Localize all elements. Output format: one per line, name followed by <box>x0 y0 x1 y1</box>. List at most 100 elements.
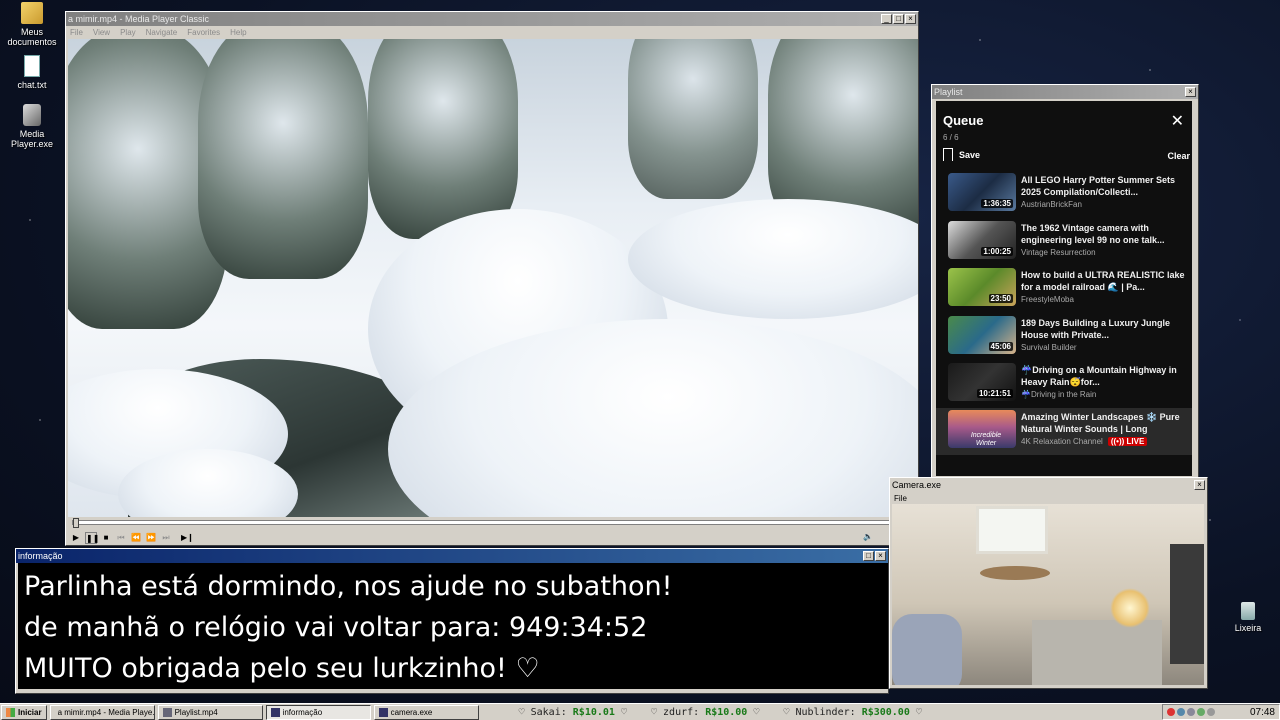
network-icon[interactable] <box>1177 708 1185 716</box>
playlist-titlebar[interactable]: Playlist × <box>932 85 1198 99</box>
channel-name: AustrianBrickFan <box>1021 200 1082 209</box>
minimize-button[interactable]: _ <box>881 14 892 24</box>
menu-file[interactable]: File <box>70 28 83 37</box>
desktop-icon-chat-txt[interactable]: chat.txt <box>0 55 64 90</box>
task-media-player[interactable]: a mimir.mp4 - Media Playe... <box>49 704 155 720</box>
recycle-bin-icon <box>1241 602 1255 620</box>
desktop-icon-recycle-bin[interactable]: Lixeira <box>1216 602 1280 633</box>
desktop-icon-media-player[interactable]: Media Player.exe <box>0 104 64 149</box>
queue-item-title: All LEGO Harry Potter Summer Sets 2025 C… <box>1021 175 1176 197</box>
camera-lamp <box>1110 588 1150 628</box>
queue-item[interactable]: 10:21:51 ☔Driving on a Mountain Highway … <box>936 361 1192 408</box>
camera-window-frame <box>976 506 1048 554</box>
update-icon[interactable] <box>1207 708 1215 716</box>
info-titlebar[interactable]: informação □ × <box>16 549 888 563</box>
task-camera[interactable]: camera.exe <box>373 704 479 720</box>
volume-tray-icon[interactable] <box>1187 708 1195 716</box>
queue-item[interactable]: 1:00:25 The 1962 Vintage camera with eng… <box>936 219 1192 266</box>
camera-titlebar[interactable]: Camera.exe × <box>890 478 1207 492</box>
security-icon[interactable] <box>1197 708 1205 716</box>
camera-window-title: Camera.exe <box>892 480 942 490</box>
playlist-window: Playlist × Queue 6 / 6 ✕ Save Clear 1:36… <box>931 84 1199 479</box>
task-playlist[interactable]: Playlist.mp4 <box>157 704 263 720</box>
desktop-icon-my-documents[interactable]: Meus documentos <box>0 2 64 47</box>
previous-icon[interactable]: ⏮ <box>115 532 127 544</box>
play-icon[interactable]: ▶ <box>70 532 82 544</box>
info-message: Parlinha está dormindo, nos ajude no sub… <box>18 563 888 689</box>
video-thumbnail: 45:06 <box>948 316 1016 354</box>
info-line: MUITO obrigada pelo seu lurkzinho! ♡ <box>24 653 540 684</box>
record-icon[interactable] <box>1167 708 1175 716</box>
queue-item[interactable]: 23:50 How to build a ULTRA REALISTIC lak… <box>936 266 1192 313</box>
start-label: Iniciar <box>18 707 42 717</box>
close-button[interactable]: × <box>905 14 916 24</box>
menu-favorites[interactable]: Favorites <box>187 28 220 37</box>
channel-name: FreestyleMoba <box>1021 295 1074 304</box>
donation-amount: R$10.00 <box>705 706 748 718</box>
queue-item-current[interactable]: Incredible Winter Amazing Winter Landsca… <box>936 408 1192 455</box>
playlist-window-title: Playlist <box>934 87 963 97</box>
maximize-button[interactable]: □ <box>893 14 904 24</box>
maximize-button[interactable]: □ <box>863 551 874 561</box>
donation-entry: ♡ zdurf: R$10.00 ♡ <box>650 706 760 718</box>
menu-file[interactable]: File <box>894 494 907 503</box>
seek-thumb[interactable] <box>73 518 79 528</box>
task-label: informação <box>282 707 323 717</box>
menu-navigate[interactable]: Navigate <box>146 28 178 37</box>
task-informacao[interactable]: informação <box>265 704 371 720</box>
frame-step-icon[interactable]: ▶❙ <box>181 532 194 544</box>
camera-feed <box>892 504 1204 685</box>
camera-desk <box>1032 620 1162 685</box>
info-window: informação □ × Parlinha está dormindo, n… <box>15 548 889 694</box>
video-display[interactable] <box>68 39 918 517</box>
media-player-window: a mimir.mp4 - Media Player Classic _ □ ×… <box>65 11 919 546</box>
pause-icon[interactable]: ❚❚ <box>85 532 99 544</box>
video-snowdrift <box>628 199 918 319</box>
clear-button[interactable]: Clear <box>1167 151 1190 161</box>
start-button[interactable]: Iniciar <box>1 704 47 720</box>
live-label: LIVE <box>1126 437 1145 446</box>
next-icon[interactable]: ⏭ <box>160 532 172 544</box>
donor-name: zdurf: <box>663 706 700 718</box>
save-button[interactable]: Save <box>943 148 980 161</box>
player-title: a mimir.mp4 - Media Player Classic <box>68 14 210 24</box>
clock[interactable]: 07:48 <box>1250 707 1275 718</box>
bookmark-icon <box>943 148 953 161</box>
desktop-icon-label: chat.txt <box>17 80 47 90</box>
info-line: Parlinha está dormindo, nos ajude no sub… <box>24 571 673 602</box>
rewind-icon[interactable]: ⏪ <box>130 532 142 544</box>
taskbar: Iniciar a mimir.mp4 - Media Playe... Pla… <box>0 703 1280 720</box>
menu-view[interactable]: View <box>93 28 110 37</box>
menu-help[interactable]: Help <box>230 28 246 37</box>
desktop-icon-label: Media Player.exe <box>10 129 54 149</box>
close-button[interactable]: × <box>875 551 886 561</box>
channel-name: Vintage Resurrection <box>1021 248 1096 257</box>
donor-name: Nublinder: <box>795 706 856 718</box>
camera-table <box>980 566 1050 580</box>
volume-icon[interactable]: 🔈 <box>862 531 874 543</box>
queue-item-channel: Survival Builder <box>1021 343 1077 352</box>
player-titlebar[interactable]: a mimir.mp4 - Media Player Classic _ □ × <box>66 12 918 26</box>
queue-item-channel: 4K Relaxation Channel ((•)) LIVE <box>1021 437 1148 446</box>
queue-item[interactable]: 1:36:35 All LEGO Harry Potter Summer Set… <box>936 171 1192 218</box>
queue-item-title: 189 Days Building a Luxury Jungle House … <box>1021 318 1171 340</box>
seek-bar[interactable] <box>72 518 910 528</box>
close-icon[interactable]: ✕ <box>1171 114 1184 130</box>
queue-item-title: Amazing Winter Landscapes ❄️ Pure Natura… <box>1021 412 1180 434</box>
queue-heading: Queue <box>943 113 984 128</box>
close-button[interactable]: × <box>1185 87 1196 97</box>
video-thumbnail: 23:50 <box>948 268 1016 306</box>
folder-icon <box>21 2 43 24</box>
fast-forward-icon[interactable]: ⏩ <box>145 532 157 544</box>
menu-play[interactable]: Play <box>120 28 136 37</box>
queue-item-title: The 1962 Vintage camera with engineering… <box>1021 223 1165 245</box>
info-line: de manhã o relógio vai voltar para: 949:… <box>24 612 648 643</box>
queue-item-title: ☔Driving on a Mountain Highway in Heavy … <box>1021 365 1177 387</box>
video-thumbnail: Incredible Winter <box>948 410 1016 448</box>
stop-icon[interactable]: ■ <box>100 532 112 544</box>
donation-amount: R$300.00 <box>861 706 910 718</box>
task-label: a mimir.mp4 - Media Playe... <box>57 707 155 717</box>
queue-item[interactable]: 45:06 189 Days Building a Luxury Jungle … <box>936 314 1192 361</box>
close-button[interactable]: × <box>1194 480 1205 490</box>
desktop-icon-label: Meus documentos <box>7 27 57 47</box>
